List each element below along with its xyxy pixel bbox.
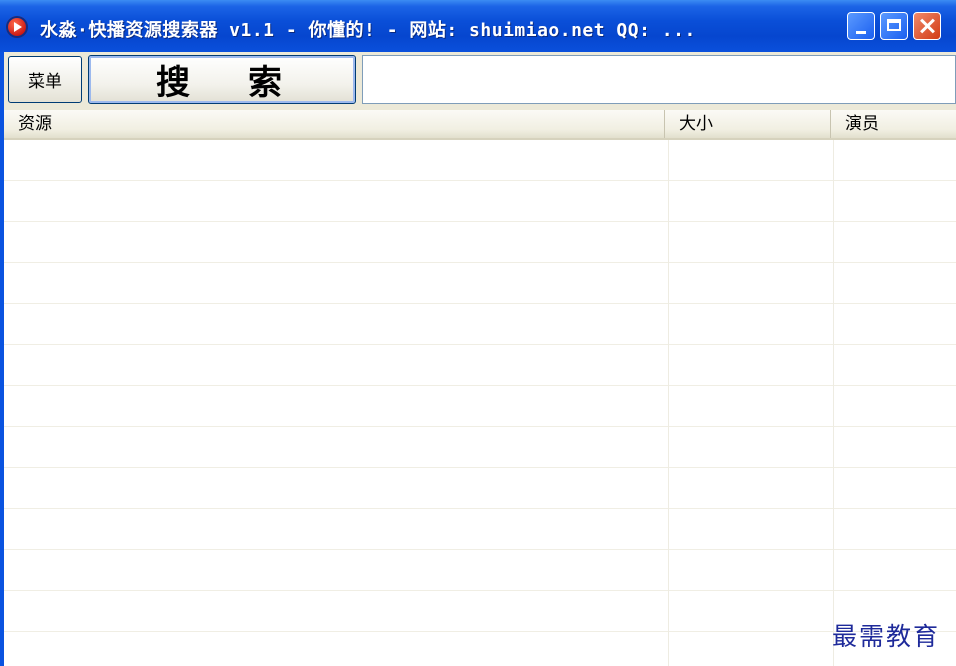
close-icon[interactable] [913, 12, 941, 40]
table-row [4, 386, 956, 427]
search-input[interactable] [362, 55, 956, 104]
table-row [4, 550, 956, 591]
app-window: 水淼·快播资源搜索器 v1.1 - 你懂的! - 网站: shuimiao.ne… [0, 0, 956, 666]
table-row [4, 427, 956, 468]
watermark-text: 最需教育 [832, 622, 941, 651]
table-row [4, 304, 956, 345]
player-icon[interactable] [6, 16, 28, 38]
table-row [4, 181, 956, 222]
menu-button[interactable]: 菜单 [8, 56, 82, 103]
results-list[interactable]: 资源 大小 演员 [4, 110, 956, 666]
table-row [4, 222, 956, 263]
table-row [4, 263, 956, 304]
table-row [4, 632, 956, 666]
table-row [4, 468, 956, 509]
column-header-actor[interactable]: 演员 [830, 110, 956, 138]
title-bar[interactable]: 水淼·快播资源搜索器 v1.1 - 你懂的! - 网站: shuimiao.ne… [0, 0, 956, 52]
column-divider [668, 140, 669, 666]
table-row [4, 509, 956, 550]
list-header: 资源 大小 演员 [4, 110, 956, 140]
table-row [4, 345, 956, 386]
list-rows [4, 140, 956, 666]
column-divider [833, 140, 834, 666]
window-title: 水淼·快播资源搜索器 v1.1 - 你懂的! - 网站: shuimiao.ne… [40, 20, 696, 41]
minimize-icon[interactable] [847, 12, 875, 40]
column-header-resource[interactable]: 资源 [4, 110, 664, 138]
search-button[interactable]: 搜索 [88, 55, 356, 104]
table-row [4, 591, 956, 632]
maximize-icon[interactable] [880, 12, 908, 40]
client-area: 菜单 搜索 资源 大小 演员 [4, 52, 956, 666]
table-row [4, 140, 956, 181]
column-header-size[interactable]: 大小 [664, 110, 830, 138]
